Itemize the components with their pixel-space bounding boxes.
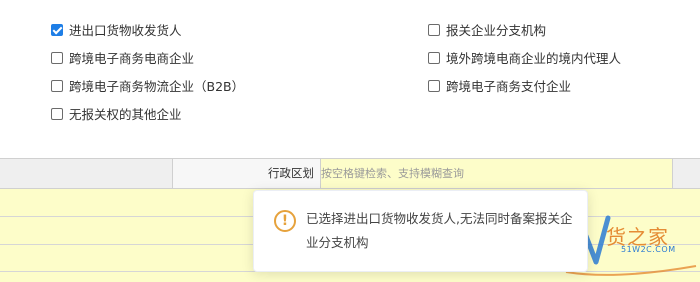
checkbox-icon[interactable]	[51, 79, 63, 92]
checkbox-payment-enterprise[interactable]: 跨境电子商务支付企业	[428, 76, 571, 95]
checkbox-label: 跨境电子商务物流企业（B2B）	[69, 79, 245, 94]
checkbox-label: 境外跨境电商企业的境内代理人	[446, 51, 622, 66]
checkbox-label: 无报关权的其他企业	[69, 107, 182, 122]
checkbox-label: 进出口货物收发货人	[69, 23, 182, 38]
checkbox-customs-branch[interactable]: 报关企业分支机构	[428, 20, 546, 39]
checkbox-icon[interactable]	[428, 23, 440, 36]
checkbox-cross-border-ecommerce[interactable]: 跨境电子商务电商企业	[51, 48, 194, 67]
row-end-cell	[672, 159, 700, 188]
checkbox-icon[interactable]	[428, 51, 440, 64]
warning-icon: !	[274, 210, 296, 232]
checkbox-import-export-consignee[interactable]: 进出口货物收发货人	[51, 20, 182, 39]
toast-message: 已选择进出口货物收发货人,无法同时备案报关企业分支机构	[306, 211, 573, 250]
checkbox-checked-icon[interactable]	[51, 23, 63, 36]
region-label: 行政区划	[172, 159, 321, 188]
checkbox-label: 报关企业分支机构	[446, 23, 547, 38]
checkbox-icon[interactable]	[51, 107, 63, 120]
warning-toast: ! 已选择进出口货物收发货人,无法同时备案报关企业分支机构	[253, 190, 588, 272]
checkbox-icon[interactable]	[51, 51, 63, 64]
checkbox-overseas-agent[interactable]: 境外跨境电商企业的境内代理人	[428, 48, 621, 67]
checkbox-label: 跨境电子商务支付企业	[446, 79, 572, 94]
region-input[interactable]: 按空格键检索、支持模糊查询	[321, 159, 673, 188]
checkbox-cross-border-logistics[interactable]: 跨境电子商务物流企业（B2B）	[51, 76, 244, 95]
checkbox-icon[interactable]	[428, 79, 440, 92]
checkbox-other-enterprise[interactable]: 无报关权的其他企业	[51, 104, 182, 123]
watermark-url: 51W2C.COM	[621, 245, 676, 254]
checkbox-label: 跨境电子商务电商企业	[69, 51, 195, 66]
